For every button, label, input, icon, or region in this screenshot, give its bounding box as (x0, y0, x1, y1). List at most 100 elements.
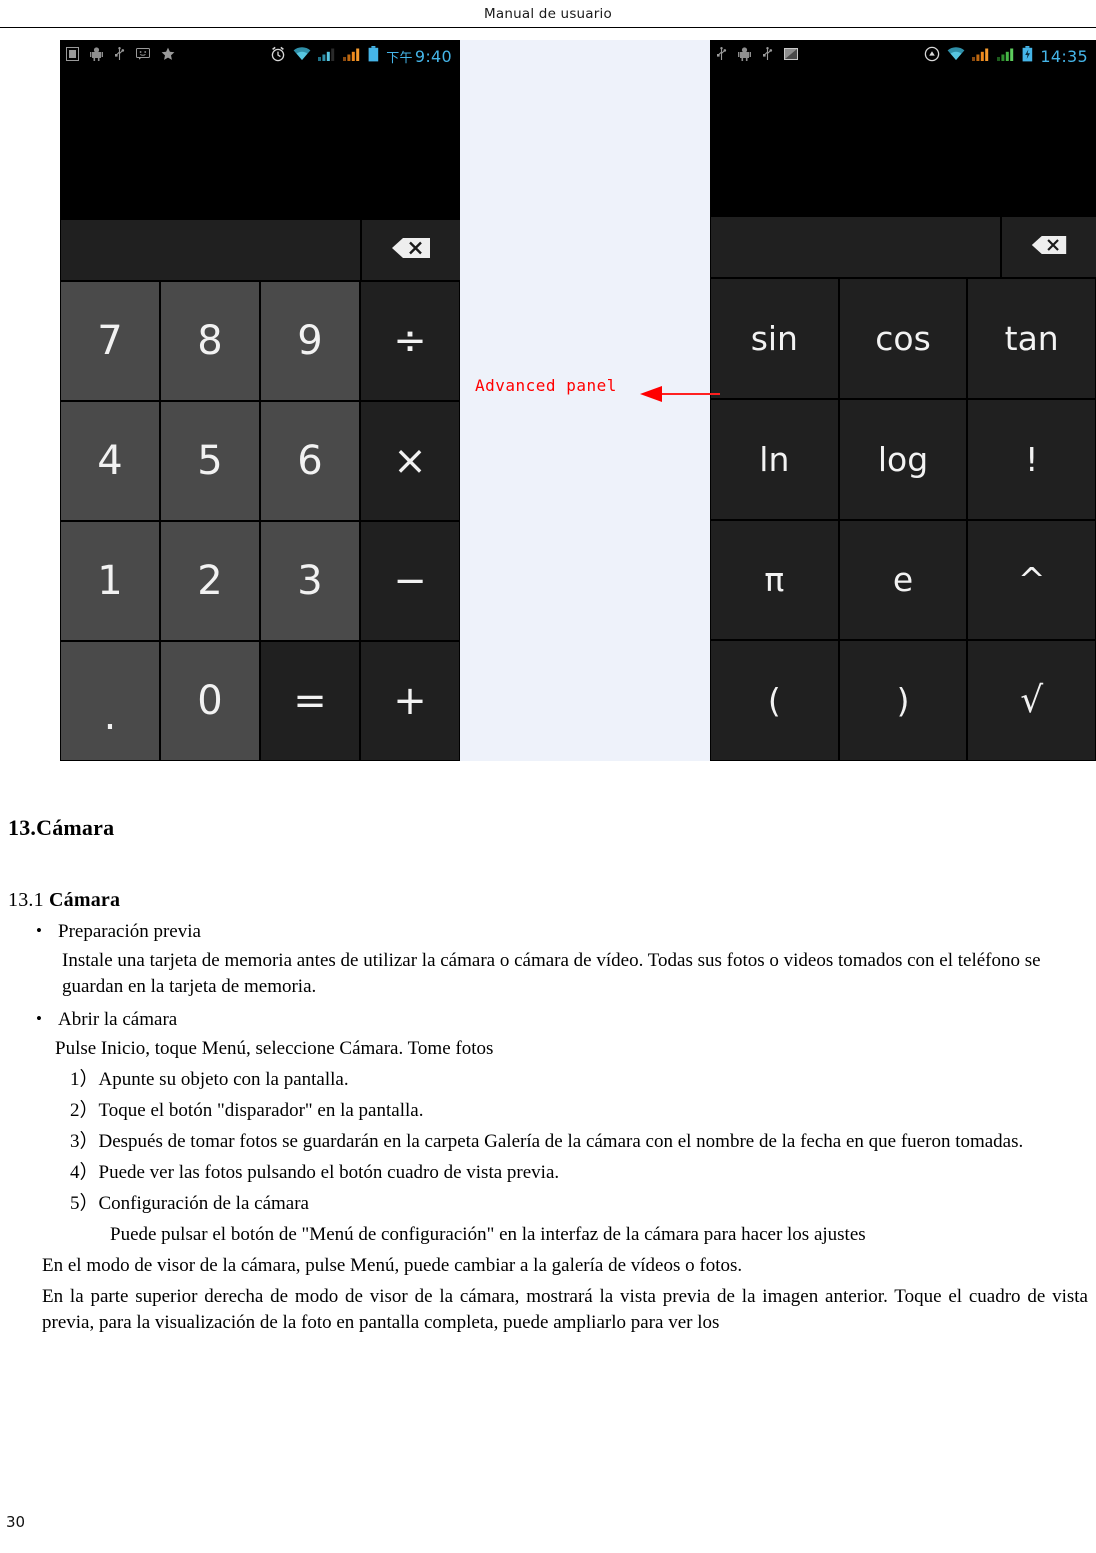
calculator-keypad-right: sin cos tan ln log ! π e ^ ( ) √ (710, 278, 1096, 761)
backspace-key-left[interactable] (362, 220, 460, 280)
backspace-icon (1030, 234, 1068, 261)
message-icon (136, 47, 150, 65)
list-item-3: 3）Después de tomar fotos se guardarán en… (70, 1131, 1024, 1152)
key-equals[interactable]: = (261, 642, 359, 760)
key-8[interactable]: 8 (161, 282, 259, 400)
page-header-title: Manual de usuario (484, 5, 612, 22)
key-2[interactable]: 2 (161, 522, 259, 640)
annotation-arrow-icon (640, 384, 720, 404)
figure-calculator-screenshots: 下午 9:40 7 8 9 ÷ 4 5 6 × 1 2 3 − . 0 = + … (60, 40, 1096, 761)
key-decimal-point[interactable]: . (61, 642, 159, 760)
calculator-display-input-left[interactable] (61, 220, 360, 280)
list-item-1: 1）Apunte su objeto con la pantalla. (70, 1069, 349, 1090)
signal-bars-icon-2 (997, 47, 1015, 66)
key-cos[interactable]: cos (839, 279, 967, 398)
list-item-5-detail: Puede pulsar el botón de "Menú de config… (110, 1224, 866, 1245)
key-minus[interactable]: − (361, 522, 459, 640)
backspace-key-right[interactable] (1002, 217, 1096, 277)
keypad-row: sin cos tan (710, 278, 1096, 399)
calculator-display-input-right[interactable] (711, 217, 1000, 277)
heading-section-camera: 13.Cámara (8, 815, 115, 840)
clock-ampm: 下午 (386, 50, 413, 66)
key-square-root[interactable]: √ (968, 641, 1096, 760)
keypad-row: π e ^ (710, 520, 1096, 641)
android-robot-icon (738, 46, 751, 66)
calculator-viewport-left (60, 72, 460, 218)
subsection-title: Cámara (49, 889, 121, 911)
key-pi[interactable]: π (711, 520, 838, 640)
keypad-row: ( ) √ (710, 640, 1096, 761)
signal-bars-icon-2 (343, 47, 361, 66)
sync-icon (924, 46, 940, 67)
key-sin[interactable]: sin (711, 279, 838, 398)
usb-icon (716, 46, 727, 66)
status-bar-clock-left: 下午 9:40 (386, 47, 452, 66)
bullet-preparacion-previa: Preparación previa (36, 912, 1096, 943)
document-body: 13.Cámara 13.1 Cámara Preparación previa… (0, 770, 1096, 1336)
paragraph-memoria: Instale una tarjeta de memoria antes de … (62, 950, 1041, 997)
key-6[interactable]: 6 (261, 402, 359, 520)
key-factorial[interactable]: ! (968, 399, 1096, 519)
usb-icon (762, 46, 773, 66)
clock-time: 9:40 (414, 46, 452, 66)
keypad-row: 4 5 6 × (60, 401, 460, 521)
key-4[interactable]: 4 (61, 402, 159, 520)
paragraph-vista-previa: En la parte superior derecha de modo de … (42, 1286, 1088, 1333)
key-7[interactable]: 7 (61, 282, 159, 400)
keypad-row: ln log ! (710, 399, 1096, 520)
battery-icon (368, 45, 379, 67)
wifi-icon (947, 46, 965, 66)
key-0[interactable]: 0 (161, 642, 259, 760)
status-bar-left: 下午 9:40 (60, 40, 460, 72)
alarm-clock-icon (270, 46, 286, 67)
key-multiply[interactable]: × (361, 402, 459, 520)
sim-card-icon (66, 46, 79, 66)
key-divide[interactable]: ÷ (361, 282, 459, 400)
calculator-advanced-screenshot: 14:35 sin cos tan ln log ! π e ^ () √ (710, 40, 1096, 761)
keypad-row: 1 2 3 − (60, 521, 460, 641)
list-item-5: 5）Configuración de la cámara (70, 1193, 309, 1214)
wifi-icon (293, 46, 311, 66)
paragraph-modo-visor: En el modo de visor de la cámara, pulse … (42, 1255, 743, 1276)
star-icon (161, 47, 175, 66)
battery-charging-icon (1022, 45, 1033, 67)
bullet-abrir-camera: Abrir la cámara (36, 1000, 1096, 1031)
key-tan[interactable]: tan (968, 279, 1096, 398)
paragraph-pulse-inicio: Pulse Inicio, toque Menú, seleccione Cám… (55, 1038, 494, 1059)
calculator-basic-screenshot: 下午 9:40 7 8 9 ÷ 4 5 6 × 1 2 3 − . 0 = + (60, 40, 460, 761)
key-1[interactable]: 1 (61, 522, 159, 640)
key-log[interactable]: log (839, 399, 967, 519)
heading-subsection-camera: 13.1 Cámara (8, 841, 1096, 912)
key-power[interactable]: ^ (968, 520, 1096, 640)
android-robot-icon (90, 46, 103, 66)
key-3[interactable]: 3 (261, 522, 359, 640)
annotation-label-advanced-panel: Advanced panel (475, 376, 617, 395)
key-e[interactable]: e (839, 520, 967, 640)
calculator-entry-row-left (60, 218, 460, 281)
key-plus[interactable]: + (361, 642, 459, 760)
backspace-icon (390, 236, 432, 265)
key-9[interactable]: 9 (261, 282, 359, 400)
header-divider (0, 27, 1096, 28)
calculator-entry-row-right (710, 215, 1096, 278)
signal-bars-icon-1 (318, 47, 336, 66)
calculator-keypad-left: 7 8 9 ÷ 4 5 6 × 1 2 3 − . 0 = + (60, 281, 460, 761)
calculator-viewport-right (710, 72, 1096, 215)
page-number: 30 (6, 1513, 26, 1531)
keypad-row: . 0 = + (60, 641, 460, 761)
keypad-row: 7 8 9 ÷ (60, 281, 460, 401)
list-item-2: 2）Toque el botón "disparador" en la pant… (70, 1100, 424, 1121)
key-5[interactable]: 5 (161, 402, 259, 520)
screenshot-icon (784, 47, 798, 66)
status-bar-right: 14:35 (710, 40, 1096, 72)
clock-time: 14:35 (1040, 46, 1088, 66)
signal-bars-icon-1 (972, 47, 990, 66)
status-bar-clock-right: 14:35 (1040, 47, 1088, 66)
key-open-paren[interactable]: ( (711, 641, 838, 760)
page-header: Manual de usuario (0, 0, 1096, 27)
subsection-number: 13.1 (8, 889, 49, 911)
key-close-paren[interactable]: ) (839, 641, 967, 760)
list-item-4: 4）Puede ver las fotos pulsando el botón … (70, 1162, 560, 1183)
key-ln[interactable]: ln (711, 399, 838, 519)
usb-icon (114, 46, 125, 66)
